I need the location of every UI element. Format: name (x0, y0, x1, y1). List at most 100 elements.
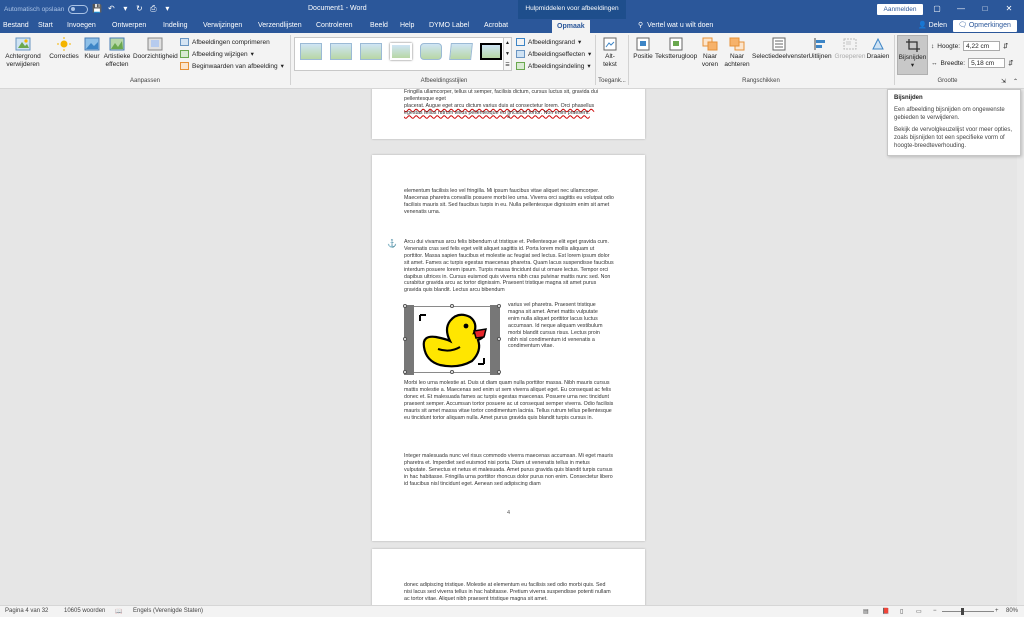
corrections-button[interactable]: Correcties (47, 37, 81, 61)
style-thumbnail[interactable] (360, 43, 382, 60)
resize-handle[interactable] (497, 304, 501, 308)
style-thumbnail[interactable] (420, 43, 442, 60)
resize-handle[interactable] (403, 337, 407, 341)
height-input[interactable]: 4,22 cm (963, 41, 1001, 51)
undo-dropdown-icon[interactable]: ▾ (120, 4, 130, 14)
anchor-icon[interactable]: ⚓ (387, 239, 397, 248)
style-thumbnail[interactable] (480, 43, 502, 60)
text-line: condimentum vitae. (508, 343, 554, 350)
crop-button[interactable]: Bijsnijden ▾ (897, 35, 928, 75)
artistic-effects-button[interactable]: Artistieke effecten (103, 37, 131, 69)
resize-handle[interactable] (497, 337, 501, 341)
comments-button[interactable]: 🗨 Opmerkingen (953, 20, 1017, 32)
read-mode-icon[interactable]: 📕 (882, 608, 889, 615)
change-picture-button[interactable]: Afbeelding wijzigen ▾ (180, 50, 254, 58)
reset-picture-button[interactable]: Beginwaarden van afbeelding ▾ (180, 62, 284, 70)
transparency-icon (147, 37, 163, 51)
word-count[interactable]: 10605 woorden (64, 608, 105, 614)
redo-icon[interactable]: ↻ (134, 4, 144, 14)
resize-handle[interactable] (450, 370, 454, 374)
selection-pane-button[interactable]: Selectiedeelvenster (752, 37, 809, 61)
save-icon[interactable]: 💾 (92, 4, 102, 14)
page-4[interactable]: elementum facilisis leo vel fringilla. M… (372, 155, 645, 541)
language-indicator[interactable]: Engels (Verenigde Staten) (133, 608, 203, 614)
tab-help[interactable]: Help (400, 21, 414, 31)
tab-layout[interactable]: Indeling (163, 21, 188, 31)
remove-background-button[interactable]: Achtergrond verwijderen (4, 37, 42, 69)
send-backward-button[interactable]: Naar achteren (722, 37, 752, 69)
selected-image[interactable] (403, 304, 501, 375)
ribbon-display-options-icon[interactable]: ▢ (930, 3, 944, 15)
compress-pictures-button[interactable]: Afbeeldingen comprimeren (180, 38, 270, 46)
zoom-out-icon[interactable]: − (933, 608, 937, 614)
alt-text-button[interactable]: Alt- tekst (598, 37, 622, 69)
ribbon-tabs: Bestand Start Invoegen Ontwerpen Indelin… (0, 19, 1024, 33)
document-area[interactable]: Fringilla ullamcorper, tellus ut semper,… (0, 89, 1024, 605)
resize-handle[interactable] (403, 304, 407, 308)
resize-handle[interactable] (450, 304, 454, 308)
compress-label: Afbeeldingen comprimeren (192, 38, 270, 46)
minimize-icon[interactable]: — (954, 3, 968, 15)
picture-effects-button[interactable]: Afbeeldingseffecten ▾ (516, 50, 591, 58)
width-input[interactable]: 5,18 cm (968, 58, 1006, 68)
zoom-slider-thumb[interactable] (961, 608, 964, 615)
transparency-button[interactable]: Doorzichtigheid (133, 37, 178, 61)
tab-insert[interactable]: Invoegen (67, 21, 96, 31)
zoom-slider[interactable] (942, 611, 994, 612)
share-button[interactable]: 👤 Delen (918, 20, 947, 32)
tell-me-search[interactable]: ⚲ Vertel wat u wilt doen (638, 21, 713, 30)
picture-layout-button[interactable]: Afbeeldingsindeling ▾ (516, 62, 591, 70)
autosave-toggle[interactable] (68, 4, 89, 14)
position-button[interactable]: Positie (632, 37, 654, 61)
tab-mailings[interactable]: Verzendlijsten (258, 21, 302, 31)
style-thumbnail[interactable] (390, 43, 412, 60)
comments-label: Opmerkingen (968, 22, 1011, 29)
color-button[interactable]: Kleur (81, 37, 103, 61)
style-thumbnail[interactable] (330, 43, 352, 60)
wrap-text-button[interactable]: Tekstterugloop (655, 37, 697, 61)
tab-design[interactable]: Ontwerpen (112, 21, 146, 31)
bring-forward-button[interactable]: Naar voren (698, 37, 722, 69)
tab-references[interactable]: Verwijzingen (203, 21, 242, 31)
picture-border-button[interactable]: Afbeeldingsrand ▾ (516, 38, 581, 46)
customize-toolbar-icon[interactable]: ▾ (162, 4, 172, 14)
page-count[interactable]: Pagina 4 van 32 (5, 608, 48, 614)
style-thumbnail[interactable] (300, 43, 322, 60)
tab-acrobat[interactable]: Acrobat (484, 21, 508, 31)
rotate-button[interactable]: Draaien (866, 37, 890, 61)
height-spinner-icon[interactable]: ⇵ (1003, 42, 1008, 50)
zoom-level[interactable]: 80% (1006, 608, 1018, 614)
vertical-scrollbar[interactable] (1017, 89, 1024, 605)
send-backward-icon (729, 37, 745, 51)
group-objects-button[interactable]: Groeperen (834, 37, 866, 61)
maximize-icon[interactable]: □ (978, 3, 992, 15)
tab-file[interactable]: Bestand (3, 21, 29, 31)
tab-home[interactable]: Start (38, 21, 53, 31)
resize-handle[interactable] (497, 370, 501, 374)
document-title: Document1 - Word (308, 5, 367, 12)
web-layout-icon[interactable]: ▭ (916, 608, 922, 615)
zoom-in-icon[interactable]: + (995, 608, 999, 614)
size-dialog-launcher-icon[interactable]: ⇲ (1001, 78, 1006, 85)
style-thumbnail[interactable] (449, 43, 473, 60)
print-layout-icon[interactable]: ▯ (900, 608, 903, 615)
proofing-icon[interactable]: 📖 (115, 608, 122, 615)
undo-icon[interactable]: ↶ (106, 4, 116, 14)
focus-mode-icon[interactable]: ▤ (863, 608, 869, 615)
width-spinner-icon[interactable]: ⇵ (1008, 59, 1013, 67)
page-3[interactable]: Fringilla ullamcorper, tellus ut semper,… (372, 89, 645, 139)
collapse-ribbon-icon[interactable]: ⌃ (1013, 78, 1018, 85)
resize-handle[interactable] (403, 370, 407, 374)
close-icon[interactable]: ✕ (1002, 3, 1016, 15)
print-icon[interactable]: ⎙ (148, 4, 158, 14)
sign-in-button[interactable]: Aanmelden (877, 4, 923, 15)
picture-styles-gallery[interactable] (294, 37, 507, 71)
tab-format[interactable]: Opmaak (552, 20, 590, 33)
tab-review[interactable]: Controleren (316, 21, 353, 31)
quick-access-toolbar: Automatisch opslaan 💾 ↶ ▾ ↻ ⎙ ▾ (4, 4, 172, 14)
tab-view[interactable]: Beeld (370, 21, 388, 31)
page-5[interactable]: donec adipiscing tristique. Molestie at … (372, 549, 645, 605)
tab-dymo-label[interactable]: DYMO Label (429, 21, 469, 31)
gallery-scroll[interactable]: ▲ ▼ ☰ (503, 37, 512, 71)
align-button[interactable]: Uitlijnen (807, 37, 833, 61)
